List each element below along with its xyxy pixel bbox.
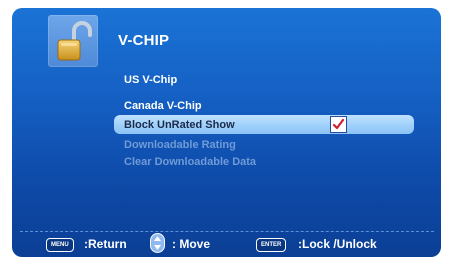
footer-hints: MENU :Return : Move ENTER :Lock /Unlock xyxy=(12,233,441,257)
unlocked-padlock-icon xyxy=(57,21,92,61)
return-hint: :Return xyxy=(84,237,127,251)
menu-item-canada-vchip[interactable]: Canada V-Chip xyxy=(124,100,202,112)
up-down-arrows-icon xyxy=(150,233,165,253)
menu-item-us-vchip[interactable]: US V-Chip xyxy=(124,74,177,86)
menu-item-clear-downloadable-data: Clear Downloadable Data xyxy=(124,156,257,168)
menu-key[interactable]: MENU xyxy=(46,238,74,252)
menu-item-block-unrated-show[interactable]: Block UnRated Show xyxy=(124,119,235,131)
menu-item-downloadable-rating: Downloadable Rating xyxy=(124,139,236,151)
footer-divider xyxy=(20,231,434,232)
block-unrated-checkbox[interactable] xyxy=(330,116,347,133)
lock-tile xyxy=(48,15,98,67)
checkmark-icon xyxy=(332,118,345,130)
page-title: V-CHIP xyxy=(118,32,170,49)
vchip-screen: V-CHIP US V-Chip Canada V-Chip Block UnR… xyxy=(12,8,441,257)
enter-key[interactable]: ENTER xyxy=(256,238,287,252)
lock-unlock-hint: :Lock /Unlock xyxy=(298,237,377,251)
move-hint: : Move xyxy=(172,237,211,251)
